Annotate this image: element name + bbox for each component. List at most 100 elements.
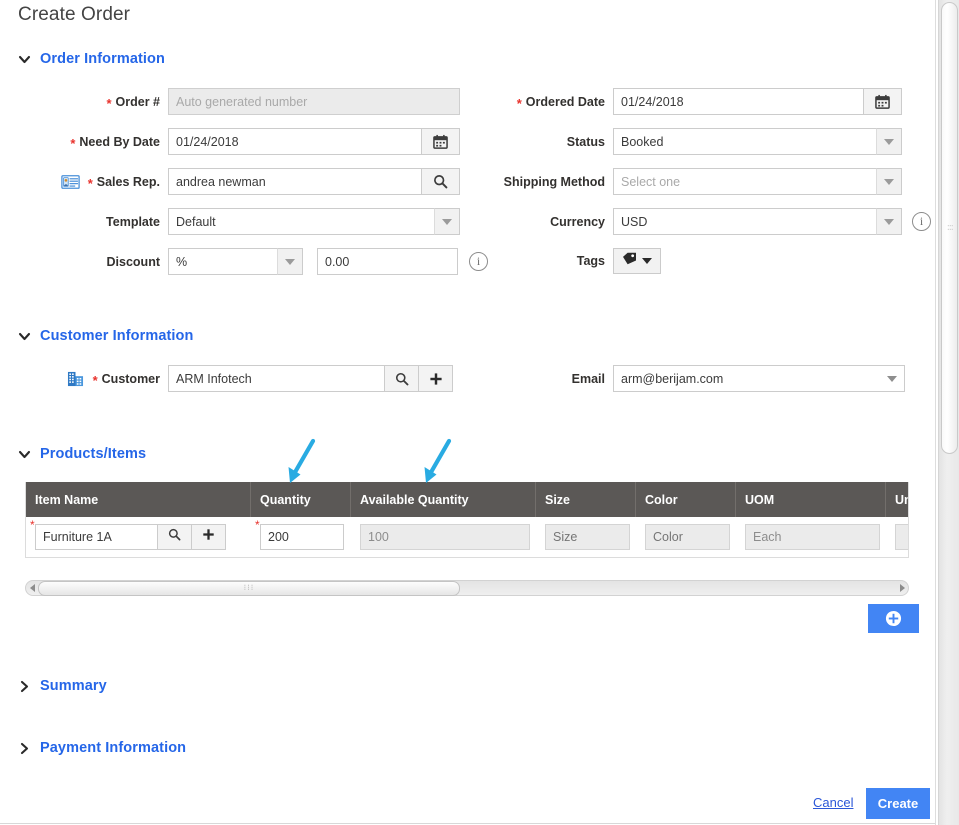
calendar-icon bbox=[875, 94, 890, 109]
email-label: Email bbox=[571, 371, 605, 386]
products-table-horizontal-scrollbar[interactable]: ⁝⁝⁝ bbox=[25, 580, 909, 596]
vertical-scrollbar-thumb[interactable]: ⁝⁝ bbox=[941, 2, 958, 454]
chevron-down-icon bbox=[886, 375, 897, 382]
template-label: Template bbox=[106, 214, 160, 229]
chevron-down-icon bbox=[18, 330, 31, 343]
item-name-add-button[interactable] bbox=[192, 524, 226, 550]
shipping-method-input[interactable] bbox=[613, 168, 876, 195]
chevron-down-icon bbox=[884, 138, 894, 145]
column-header-color[interactable]: Color bbox=[636, 482, 736, 517]
status-input[interactable] bbox=[613, 128, 876, 155]
column-header-size[interactable]: Size bbox=[536, 482, 636, 517]
customer-search-button[interactable] bbox=[385, 365, 419, 392]
email-input[interactable] bbox=[613, 365, 879, 392]
section-label: Products/Items bbox=[40, 446, 147, 462]
column-header-item-name[interactable]: Item Name bbox=[26, 482, 251, 517]
products-table-scroll-area[interactable]: Item Name Quantity Available Quantity Si… bbox=[25, 482, 909, 558]
table-row: * Furniture 1A * 200 100 Size Color Each bbox=[26, 517, 908, 557]
status-dropdown-button[interactable] bbox=[876, 128, 902, 155]
cell-size bbox=[536, 517, 636, 557]
item-name-search-button[interactable] bbox=[158, 524, 192, 550]
add-product-row-button[interactable] bbox=[868, 604, 919, 633]
section-label: Summary bbox=[40, 678, 107, 694]
uom-input[interactable] bbox=[745, 524, 880, 550]
scrollbar-grip: ⁝⁝⁝ bbox=[243, 583, 255, 592]
required-asterisk: * bbox=[92, 373, 98, 388]
cell-quantity: * bbox=[251, 517, 351, 557]
required-asterisk: * bbox=[106, 96, 112, 111]
cancel-button[interactable]: Cancel bbox=[813, 795, 853, 810]
create-button[interactable]: Create bbox=[866, 788, 930, 819]
chevron-down-icon bbox=[884, 178, 894, 185]
email-dropdown-button[interactable] bbox=[879, 365, 905, 392]
field-row-customer: * Customer bbox=[20, 365, 480, 392]
section-header-payment-information[interactable]: Payment Information bbox=[18, 740, 186, 756]
field-row-ordered-date: * Ordered Date bbox=[430, 88, 930, 115]
currency-dropdown-button[interactable] bbox=[876, 208, 902, 235]
field-row-currency: Currency i bbox=[430, 208, 935, 235]
quantity-input[interactable] bbox=[260, 524, 344, 550]
discount-type-dropdown-button[interactable] bbox=[277, 248, 303, 275]
column-header-uom[interactable]: UOM bbox=[736, 482, 886, 517]
tags-button[interactable] bbox=[613, 247, 661, 274]
content-scroll-pane[interactable]: Create Order Order Information * Order #… bbox=[0, 0, 936, 825]
section-label: Customer Information bbox=[40, 328, 194, 344]
order-number-input[interactable] bbox=[168, 88, 460, 115]
chevron-right-icon bbox=[18, 680, 31, 693]
ordered-date-label: * Ordered Date bbox=[516, 94, 605, 111]
tags-label: Tags bbox=[576, 253, 605, 268]
shipping-method-dropdown-button[interactable] bbox=[876, 168, 902, 195]
field-row-need-by-date: * Need By Date bbox=[20, 128, 460, 155]
field-row-template: Template bbox=[20, 208, 460, 235]
customer-input[interactable] bbox=[168, 365, 385, 392]
field-row-order-number: * Order # bbox=[20, 88, 460, 115]
column-header-quantity[interactable]: Quantity bbox=[251, 482, 351, 517]
footer-divider bbox=[0, 823, 935, 824]
products-table-header-row: Item Name Quantity Available Quantity Si… bbox=[26, 482, 908, 517]
discount-type-input[interactable] bbox=[168, 248, 277, 275]
section-header-customer-information[interactable]: Customer Information bbox=[18, 328, 193, 344]
chevron-down-icon bbox=[18, 448, 31, 461]
column-header-unit-price[interactable]: Unit Price bbox=[886, 482, 908, 517]
column-header-available-quantity[interactable]: Available Quantity bbox=[351, 482, 536, 517]
need-by-date-input[interactable] bbox=[168, 128, 422, 155]
scroll-left-arrow[interactable] bbox=[26, 584, 38, 592]
chevron-down-icon bbox=[285, 258, 295, 265]
currency-input[interactable] bbox=[613, 208, 876, 235]
tag-icon bbox=[622, 252, 637, 270]
chevron-down-icon bbox=[18, 53, 31, 66]
discount-label: Discount bbox=[106, 254, 160, 269]
circle-plus-icon bbox=[885, 610, 902, 627]
page-vertical-scrollbar[interactable]: ⁝⁝ bbox=[938, 0, 959, 825]
cell-available-quantity bbox=[351, 517, 536, 557]
color-input[interactable] bbox=[645, 524, 730, 550]
available-quantity-input[interactable] bbox=[360, 524, 530, 550]
currency-label: Currency bbox=[550, 214, 605, 229]
sales-rep-input[interactable] bbox=[168, 168, 422, 195]
caret-left-icon bbox=[29, 584, 35, 592]
required-asterisk: * bbox=[30, 518, 35, 532]
template-input[interactable] bbox=[168, 208, 434, 235]
section-header-products-items[interactable]: Products/Items bbox=[18, 446, 146, 462]
ordered-date-input[interactable] bbox=[613, 88, 864, 115]
ordered-date-calendar-button[interactable] bbox=[864, 88, 902, 115]
field-row-sales-rep: * Sales Rep. bbox=[20, 168, 460, 195]
required-asterisk: * bbox=[87, 176, 93, 191]
caret-right-icon bbox=[899, 584, 905, 592]
section-header-order-information[interactable]: Order Information bbox=[18, 51, 165, 67]
customer-label: * Customer bbox=[20, 371, 160, 387]
field-row-email: Email bbox=[430, 365, 930, 392]
building-icon bbox=[67, 371, 84, 387]
info-icon[interactable]: i bbox=[912, 212, 931, 231]
item-name-input[interactable] bbox=[35, 524, 158, 550]
scroll-right-arrow[interactable] bbox=[896, 584, 908, 592]
search-icon bbox=[168, 528, 181, 546]
create-order-screen: Create Order Order Information * Order #… bbox=[0, 0, 959, 825]
contact-card-icon bbox=[60, 174, 80, 189]
size-input[interactable] bbox=[545, 524, 630, 550]
unit-price-input[interactable] bbox=[895, 524, 908, 550]
required-asterisk: * bbox=[70, 136, 76, 151]
section-header-summary[interactable]: Summary bbox=[18, 678, 107, 694]
cell-unit-price bbox=[886, 517, 908, 557]
horizontal-scrollbar-thumb[interactable]: ⁝⁝⁝ bbox=[38, 580, 460, 596]
